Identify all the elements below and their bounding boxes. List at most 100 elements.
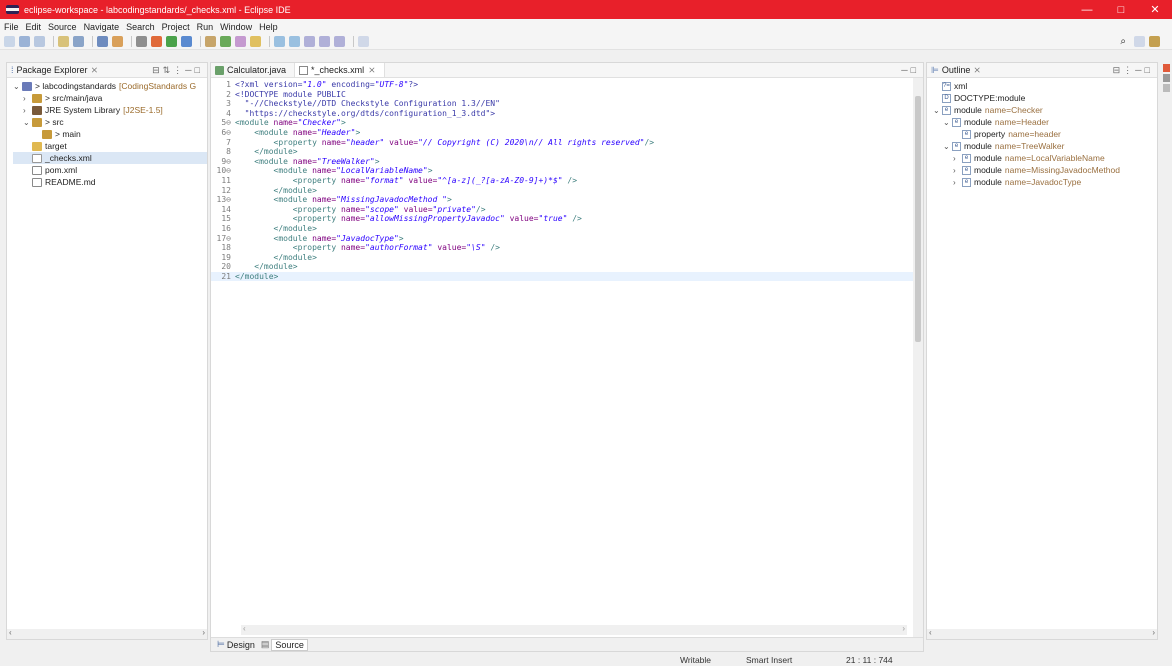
code-line[interactable]: 16 </module> (211, 224, 923, 234)
search-icon[interactable]: ⌕ (1120, 36, 1126, 47)
tree-item[interactable]: › JRE System Library [J2SE-1.5] (13, 104, 207, 116)
expand-toggle-icon[interactable]: ⌄ (23, 118, 32, 127)
outline-item[interactable]: ⌄ e module name=Checker (933, 104, 1157, 116)
close-view-icon[interactable]: ⨯ (91, 65, 99, 76)
menu-navigate[interactable]: Navigate (84, 22, 120, 32)
package-explorer-hscroll[interactable]: ‹ › (7, 628, 207, 639)
tree-item[interactable]: ⌄ > src (13, 116, 207, 128)
code-line[interactable]: 14 <property name="scope" value="private… (211, 205, 923, 215)
save-icon[interactable] (19, 36, 30, 47)
new-icon[interactable] (4, 36, 15, 47)
outline-item[interactable]: › e module name=LocalVariableName (933, 152, 1157, 164)
build-icon[interactable] (58, 36, 69, 47)
expand-toggle-icon[interactable]: › (953, 178, 962, 187)
outline-item[interactable]: ⌄ e module name=TreeWalker (933, 140, 1157, 152)
menu-search[interactable]: Search (126, 22, 155, 32)
code-line[interactable]: 6⊖ <module name="Header"> (211, 128, 923, 138)
tab-design[interactable]: Design (227, 640, 255, 650)
code-line[interactable]: 7 <property name="header" value="// Copy… (211, 138, 923, 148)
perspective-icon[interactable] (1134, 36, 1145, 47)
code-line[interactable]: 20 </module> (211, 262, 923, 272)
code-line[interactable]: 5⊖ <module name="Checker"> (211, 118, 923, 128)
tree-item[interactable]: _checks.xml (13, 152, 207, 164)
code-text[interactable]: </module> (235, 186, 317, 196)
expand-toggle-icon[interactable]: ⌄ (943, 118, 952, 127)
debug-icon[interactable] (97, 36, 108, 47)
code-line[interactable]: 18 <property name="authorFormat" value="… (211, 243, 923, 253)
code-text[interactable]: <module name="Checker"> (235, 118, 346, 128)
code-text[interactable]: <property name="allowMissingPropertyJava… (235, 214, 582, 224)
scroll-right-icon[interactable]: › (202, 628, 205, 637)
scroll-left-icon[interactable]: ‹ (929, 628, 932, 637)
outline-item[interactable]: D DOCTYPE:module (933, 92, 1157, 104)
menu-edit[interactable]: Edit (26, 22, 42, 32)
code-text[interactable]: <module name="JavadocType"> (235, 234, 404, 244)
trim-icon[interactable] (1163, 64, 1170, 72)
view-controls[interactable]: ⊟⋮─□ (1113, 65, 1153, 76)
pin-editor-icon[interactable] (358, 36, 369, 47)
close-view-icon[interactable]: ⨯ (973, 65, 981, 76)
code-line[interactable]: 17⊖ <module name="JavadocType"> (211, 234, 923, 244)
code-line[interactable]: 2 <!DOCTYPE module PUBLIC (211, 90, 923, 100)
xml-source-editor[interactable]: 1 <?xml version="1.0" encoding="UTF-8"?> 2… (211, 78, 923, 282)
outline-title[interactable]: Outline (942, 65, 971, 75)
code-text[interactable]: </module> (235, 224, 317, 234)
new-package-icon[interactable] (205, 36, 216, 47)
code-line[interactable]: 19 </module> (211, 253, 923, 263)
tree-item[interactable]: > main (13, 128, 207, 140)
terminal-icon[interactable] (73, 36, 84, 47)
code-text[interactable]: <module name="Header"> (235, 128, 360, 138)
package-explorer-title[interactable]: Package Explorer (17, 65, 88, 75)
trim-icon[interactable] (1163, 74, 1170, 82)
skip-breakpoints-icon[interactable] (136, 36, 147, 47)
code-text[interactable]: <property name="authorFormat" value="\S"… (235, 243, 500, 253)
outline-item[interactable]: › e module name=JavadocType (933, 176, 1157, 188)
maximize-button[interactable]: □ (1104, 0, 1138, 19)
editor-hscroll[interactable]: ‹ › (241, 624, 907, 635)
code-text[interactable]: <?xml version="1.0" encoding="UTF-8"?> (235, 80, 418, 90)
view-controls[interactable]: ⊟⇅⋮─□ (152, 65, 203, 76)
close-tab-icon[interactable]: ⨯ (368, 65, 376, 76)
code-text[interactable]: </module> (235, 262, 297, 272)
search-toolbar-icon[interactable] (250, 36, 261, 47)
expand-toggle-icon[interactable]: ⌄ (943, 142, 952, 151)
tree-item[interactable]: target (13, 140, 207, 152)
expand-toggle-icon[interactable]: ⌄ (933, 106, 942, 115)
code-text[interactable]: <property name="header" value="// Copyri… (235, 138, 655, 148)
code-line[interactable]: 21 </module> (211, 271, 923, 282)
code-text[interactable]: <property name="format" value="^[a-z](_?… (235, 176, 577, 186)
code-text[interactable]: </module> (235, 147, 297, 157)
code-line[interactable]: 15 <property name="allowMissingPropertyJ… (211, 214, 923, 224)
menu-project[interactable]: Project (162, 22, 190, 32)
code-line[interactable]: 8 </module> (211, 147, 923, 157)
tree-item[interactable]: › > src/main/java (13, 92, 207, 104)
editor-vscroll-thumb[interactable] (915, 96, 921, 342)
code-line[interactable]: 10⊖ <module name="LocalVariableName"> (211, 166, 923, 176)
close-button[interactable]: ✕ (1138, 0, 1172, 19)
minimize-button[interactable]: — (1070, 0, 1104, 19)
stop-icon[interactable] (151, 36, 162, 47)
menu-source[interactable]: Source (48, 22, 77, 32)
scroll-left-icon[interactable]: ‹ (9, 628, 12, 637)
code-line[interactable]: 9⊖ <module name="TreeWalker"> (211, 157, 923, 167)
run-icon[interactable] (166, 36, 177, 47)
outline-item[interactable]: › e module name=MissingJavadocMethod (933, 164, 1157, 176)
scroll-right-icon[interactable]: › (1152, 628, 1155, 637)
code-text[interactable]: "-//Checkstyle//DTD Checkstyle Configura… (235, 99, 500, 109)
code-text[interactable]: <module name="LocalVariableName"> (235, 166, 433, 176)
tree-item[interactable]: README.md (13, 176, 207, 188)
open-type-icon[interactable] (235, 36, 246, 47)
prev-annotation-icon[interactable] (289, 36, 300, 47)
menu-run[interactable]: Run (197, 22, 214, 32)
expand-toggle-icon[interactable]: › (23, 94, 32, 103)
code-text[interactable]: <module name="MissingJavadocMethod "> (235, 195, 452, 205)
editor-max-controls[interactable]: ─□ (901, 65, 919, 75)
tab-source[interactable]: Source (271, 638, 308, 651)
next-annotation-icon[interactable] (274, 36, 285, 47)
expand-toggle-icon[interactable]: › (953, 166, 962, 175)
java-perspective-icon[interactable] (1149, 36, 1160, 47)
code-text[interactable]: "https://checkstyle.org/dtds/configurati… (235, 109, 495, 119)
menu-window[interactable]: Window (220, 22, 252, 32)
code-text[interactable]: <!DOCTYPE module PUBLIC (235, 90, 346, 100)
code-text[interactable]: </module> (235, 272, 278, 282)
